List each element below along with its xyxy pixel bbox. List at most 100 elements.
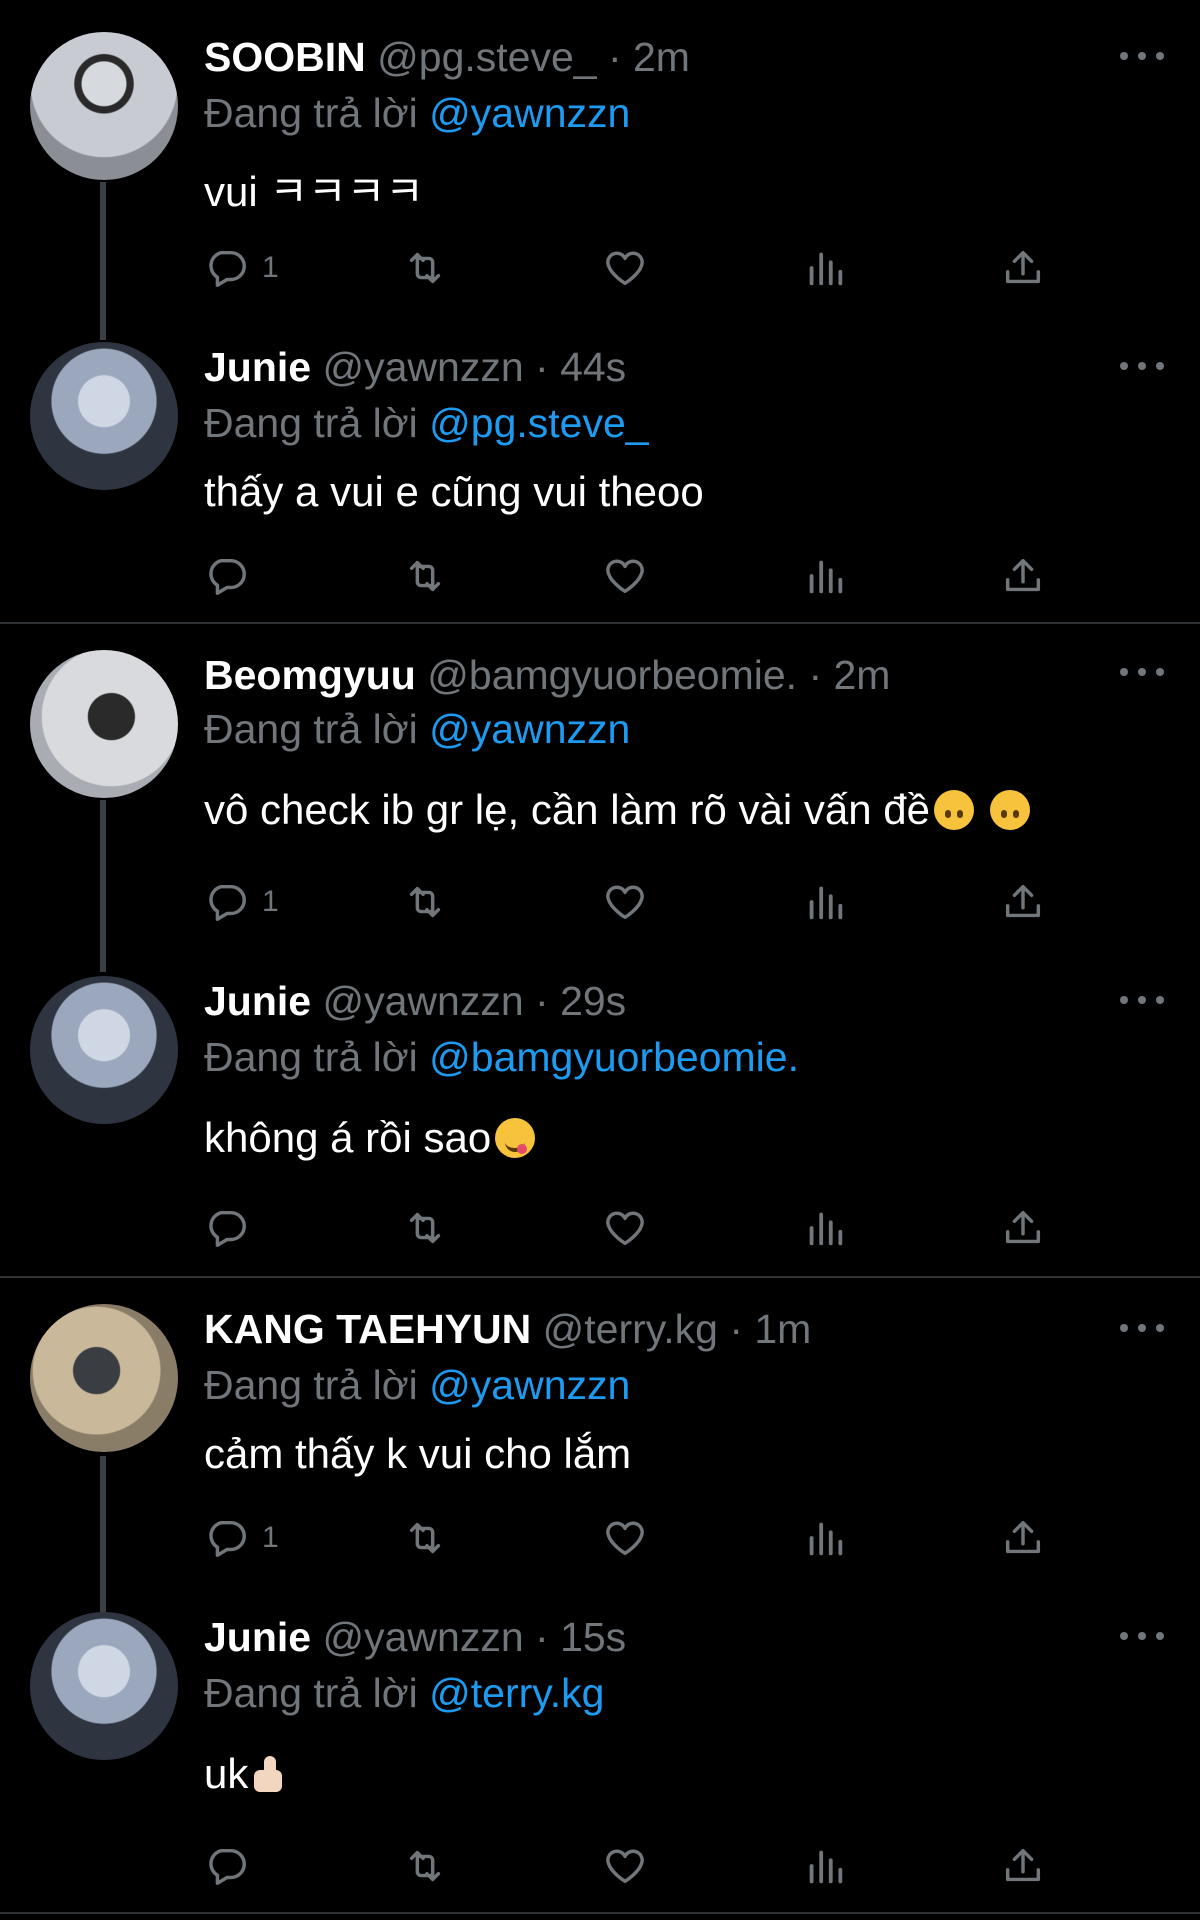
author-handle-time[interactable]: @yawnzzn · 15s [323, 1614, 627, 1660]
avatar[interactable] [30, 1612, 178, 1760]
thread-line [100, 182, 106, 340]
thread-divider [0, 1276, 1200, 1278]
author-name[interactable]: KANG TAEHYUN [204, 1306, 531, 1352]
author-handle-time[interactable]: @bamgyuorbeomie. · 2m [427, 652, 890, 698]
author-handle-time[interactable]: @yawnzzn · 29s [323, 978, 627, 1024]
tweet-text-row: vô check ib gr lẹ, cần làm rõ vài vấn đề [204, 786, 1030, 834]
avatar[interactable] [30, 1304, 178, 1452]
mention-link[interactable]: @terry.kg [429, 1670, 604, 1716]
author-name[interactable]: Beomgyuu [204, 652, 416, 698]
reply-count: 1 [262, 251, 279, 284]
avatar[interactable] [30, 342, 178, 490]
reply-count: 1 [262, 885, 279, 918]
reply-prefix: Đang trả lời [204, 1670, 418, 1716]
reply-prefix: Đang trả lời [204, 1034, 418, 1080]
retweet-icon [402, 1205, 448, 1251]
reply-button[interactable] [204, 1840, 262, 1892]
replying-to: Đang trả lời @yawnzzn [204, 1362, 630, 1409]
views-button[interactable] [802, 550, 848, 602]
share-icon [1000, 245, 1046, 291]
retweet-button[interactable] [402, 1202, 448, 1254]
author-name[interactable]: Junie [204, 344, 311, 390]
reply-button[interactable]: 1 [204, 242, 279, 294]
retweet-button[interactable] [402, 242, 448, 294]
like-button[interactable] [602, 242, 648, 294]
views-icon [802, 1515, 848, 1561]
share-icon [1000, 1205, 1046, 1251]
retweet-icon [402, 879, 448, 925]
mention-link[interactable]: @pg.steve_ [429, 400, 648, 446]
tweet-text-row: không á rồi sao [204, 1114, 536, 1162]
retweet-icon [402, 245, 448, 291]
tweet-text-row: uk [204, 1750, 290, 1798]
reply-prefix: Đang trả lời [204, 90, 418, 136]
replying-to: Đang trả lời @bamgyuorbeomie. [204, 1034, 799, 1081]
reply-button[interactable]: 1 [204, 1512, 279, 1564]
like-icon [602, 1843, 648, 1889]
author-name[interactable]: Junie [204, 978, 311, 1024]
reply-button[interactable]: 1 [204, 876, 279, 928]
views-button[interactable] [802, 242, 848, 294]
reply-icon [204, 1843, 250, 1889]
views-button[interactable] [802, 1512, 848, 1564]
mention-link[interactable]: @yawnzzn [429, 90, 630, 136]
retweet-button[interactable] [402, 1840, 448, 1892]
like-icon [602, 1205, 648, 1251]
more-icon[interactable] [1120, 668, 1164, 682]
reply-button[interactable] [204, 1202, 262, 1254]
retweet-icon [402, 553, 448, 599]
tweet-actions: 1 [204, 242, 1144, 294]
share-button[interactable] [1000, 1840, 1046, 1892]
more-icon[interactable] [1120, 996, 1164, 1010]
like-icon [602, 245, 648, 291]
tweet-actions [204, 1202, 1144, 1254]
retweet-button[interactable] [402, 550, 448, 602]
like-button[interactable] [602, 1202, 648, 1254]
share-icon [1000, 553, 1046, 599]
share-button[interactable] [1000, 1202, 1046, 1254]
upside-down-face-icon [934, 790, 975, 830]
views-button[interactable] [802, 876, 848, 928]
retweet-button[interactable] [402, 1512, 448, 1564]
more-icon[interactable] [1120, 52, 1164, 66]
more-icon[interactable] [1120, 362, 1164, 376]
tweet-actions: 1 [204, 876, 1144, 928]
reply-icon [204, 245, 250, 291]
reply-icon [204, 1515, 250, 1561]
share-button[interactable] [1000, 1512, 1046, 1564]
tweet-header: Beomgyuu @bamgyuorbeomie. · 2m [204, 652, 890, 699]
mention-link[interactable]: @bamgyuorbeomie. [429, 1034, 799, 1080]
tweet-header: Junie @yawnzzn · 29s [204, 978, 626, 1025]
mention-link[interactable]: @yawnzzn [429, 706, 630, 752]
author-handle-time[interactable]: @pg.steve_ · 2m [377, 34, 690, 80]
thread-divider [0, 1912, 1200, 1914]
replying-to: Đang trả lời @yawnzzn [204, 90, 630, 137]
more-icon[interactable] [1120, 1324, 1164, 1338]
like-button[interactable] [602, 876, 648, 928]
tweet-text: cảm thấy k vui cho lắm [204, 1430, 632, 1477]
avatar[interactable] [30, 32, 178, 180]
author-name[interactable]: Junie [204, 1614, 311, 1660]
avatar[interactable] [30, 976, 178, 1124]
author-handle-time[interactable]: @yawnzzn · 44s [323, 344, 627, 390]
views-icon [802, 879, 848, 925]
share-button[interactable] [1000, 876, 1046, 928]
like-icon [602, 1515, 648, 1561]
avatar[interactable] [30, 650, 178, 798]
share-button[interactable] [1000, 550, 1046, 602]
like-button[interactable] [602, 1840, 648, 1892]
share-button[interactable] [1000, 242, 1046, 294]
like-button[interactable] [602, 550, 648, 602]
views-button[interactable] [802, 1202, 848, 1254]
author-name[interactable]: SOOBIN [204, 34, 366, 80]
reply-button[interactable] [204, 550, 262, 602]
like-button[interactable] [602, 1512, 648, 1564]
retweet-button[interactable] [402, 876, 448, 928]
tweet-header: Junie @yawnzzn · 44s [204, 344, 626, 391]
reply-icon [204, 1205, 250, 1251]
mention-link[interactable]: @yawnzzn [429, 1362, 630, 1408]
views-button[interactable] [802, 1840, 848, 1892]
share-icon [1000, 1843, 1046, 1889]
author-handle-time[interactable]: @terry.kg · 1m [543, 1306, 812, 1352]
more-icon[interactable] [1120, 1632, 1164, 1646]
